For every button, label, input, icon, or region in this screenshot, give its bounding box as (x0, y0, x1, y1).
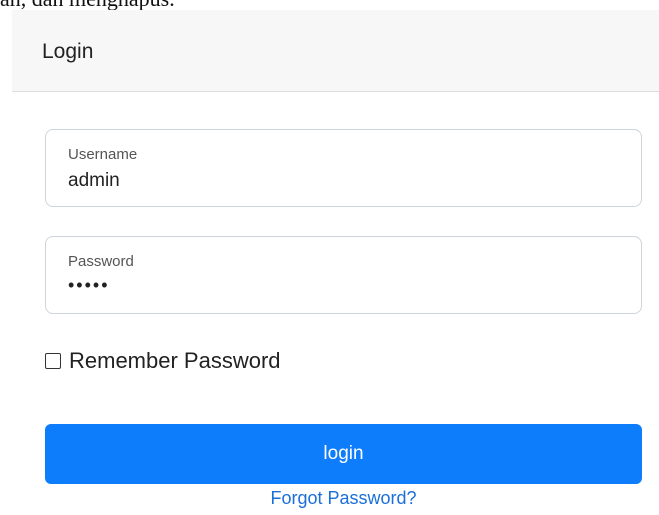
login-button[interactable]: login (45, 424, 642, 484)
password-field[interactable]: Password ••••• (45, 236, 642, 314)
username-value[interactable]: admin (68, 170, 120, 192)
username-label: Username (68, 146, 138, 163)
forgot-password-link[interactable]: Forgot Password? (270, 488, 416, 509)
password-label: Password (68, 253, 134, 270)
password-value[interactable]: ••••• (68, 275, 110, 296)
forgot-password-container: Forgot Password? (0, 488, 659, 509)
card-title: Login (42, 40, 94, 63)
username-field[interactable]: Username admin (45, 129, 642, 207)
card-header: Login (12, 10, 659, 92)
login-page: an, dan menghapus. Login Username admin … (0, 0, 659, 515)
remember-password-checkbox[interactable] (45, 353, 61, 369)
remember-password-option[interactable]: Remember Password (45, 348, 281, 374)
remember-password-label: Remember Password (69, 348, 281, 373)
